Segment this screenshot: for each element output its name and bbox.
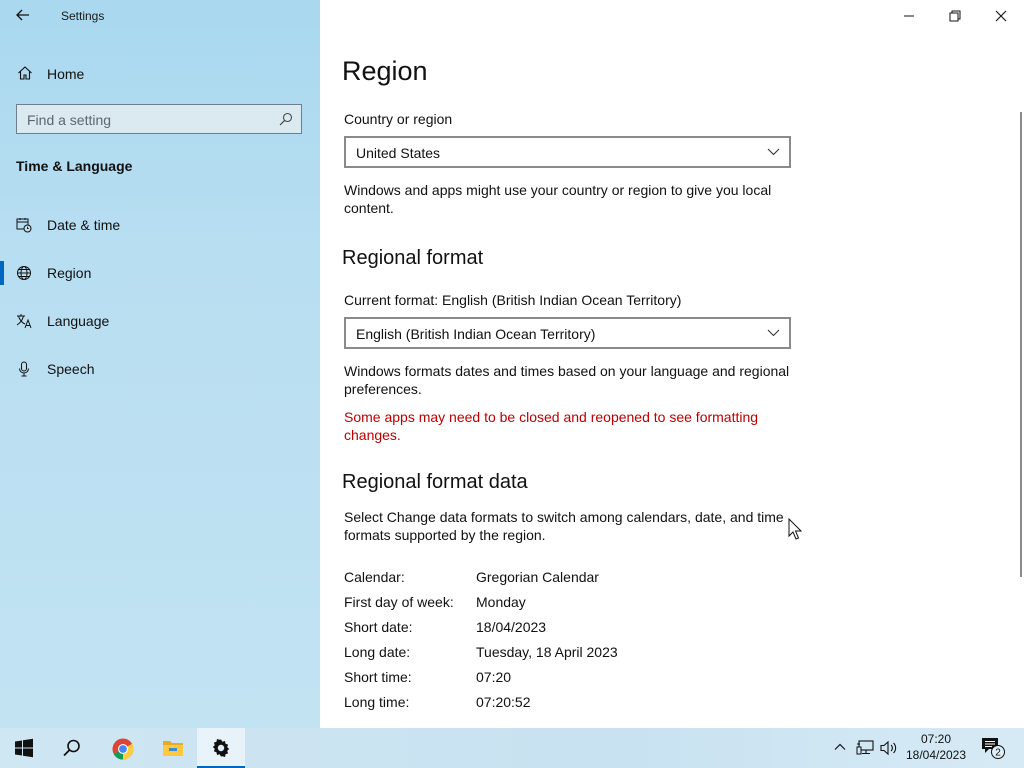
- search-placeholder: Find a setting: [27, 112, 112, 128]
- formatting-warning: Some apps may need to be closed and reop…: [344, 409, 759, 443]
- main-content: Region Country or region United States W…: [320, 0, 1024, 728]
- network-icon[interactable]: [856, 740, 874, 756]
- sidebar-item-label: Language: [47, 313, 110, 329]
- regional-format-dropdown[interactable]: English (British Indian Ocean Territory): [344, 317, 791, 349]
- taskbar-clock[interactable]: 07:20 18/04/2023: [900, 731, 972, 763]
- minimize-button[interactable]: [886, 0, 932, 32]
- close-icon: [995, 10, 1007, 22]
- file-explorer-icon: [163, 741, 183, 756]
- file-explorer-button[interactable]: [148, 728, 196, 768]
- chrome-icon: [112, 738, 134, 760]
- selection-indicator: [0, 261, 4, 285]
- regional-format-value: English (British Indian Ocean Territory): [356, 326, 596, 342]
- scrollbar[interactable]: [1020, 112, 1022, 577]
- notification-center-button[interactable]: 2: [980, 736, 1006, 765]
- section-title: Time & Language: [16, 158, 133, 174]
- mouse-cursor-icon: [788, 518, 802, 540]
- search-icon: [279, 112, 293, 126]
- back-button[interactable]: [10, 4, 38, 28]
- sidebar-item-label: Region: [47, 265, 92, 281]
- nav-home[interactable]: Home: [0, 58, 320, 90]
- search-input[interactable]: Find a setting: [16, 104, 302, 134]
- close-button[interactable]: [978, 0, 1024, 32]
- start-icon: [15, 738, 33, 758]
- chrome-button[interactable]: [98, 728, 146, 768]
- sidebar-item-label: Date & time: [47, 217, 121, 233]
- volume-icon[interactable]: [880, 740, 898, 756]
- country-description: Windows and apps might use your country …: [344, 182, 772, 216]
- minimize-icon: [904, 15, 914, 17]
- long-date-value: Tuesday, 18 April 2023: [476, 644, 618, 660]
- sidebar-item-speech[interactable]: Speech: [0, 349, 320, 389]
- format-data-description: Select Change data formats to switch amo…: [344, 509, 784, 543]
- microphone-icon: [19, 361, 29, 377]
- notification-icon: 2: [982, 738, 1005, 759]
- start-button[interactable]: [0, 728, 48, 768]
- short-date-value: 18/04/2023: [476, 619, 547, 635]
- country-dropdown[interactable]: United States: [344, 136, 791, 168]
- settings-icon: [212, 739, 230, 757]
- chevron-down-icon: [767, 329, 780, 337]
- restore-button[interactable]: [932, 0, 978, 32]
- search-icon: [63, 739, 80, 757]
- taskbar: 07:20 18/04/2023 2: [0, 728, 1024, 768]
- regional-format-description: Windows formats dates and times based on…: [344, 363, 790, 397]
- country-value: United States: [356, 145, 441, 161]
- calendar-key: Calendar:: [344, 569, 405, 585]
- language-icon: [16, 314, 32, 329]
- app-title: Settings: [61, 9, 105, 23]
- page-title: Region: [342, 56, 428, 86]
- sidebar-item-language[interactable]: Language: [0, 301, 320, 341]
- regional-format-heading: Regional format: [342, 247, 484, 269]
- short-time-key: Short time:: [344, 669, 412, 685]
- title-bar-left: Settings: [0, 0, 320, 32]
- restore-icon: [949, 10, 961, 22]
- clock-date: 18/04/2023: [905, 748, 967, 762]
- first-day-key: First day of week:: [344, 594, 454, 610]
- current-format-label: Current format: English (British Indian …: [344, 292, 682, 308]
- taskbar-search-button[interactable]: [48, 728, 96, 768]
- chevron-up-icon[interactable]: [834, 742, 846, 752]
- short-date-key: Short date:: [344, 619, 413, 635]
- sidebar-item-date-time[interactable]: Date & time: [0, 205, 320, 245]
- chevron-down-icon: [767, 148, 780, 156]
- long-date-key: Long date:: [344, 644, 411, 660]
- settings-taskbar-button[interactable]: [197, 728, 245, 768]
- sidebar-item-label: Speech: [47, 361, 95, 377]
- calendar-clock-icon: [16, 218, 32, 233]
- clock-time: 07:20: [920, 732, 952, 746]
- long-time-value: 07:20:52: [476, 694, 531, 710]
- sidebar-item-region[interactable]: Region: [0, 253, 320, 293]
- format-data-heading: Regional format data: [342, 471, 528, 493]
- country-label: Country or region: [344, 111, 453, 127]
- nav-home-label: Home: [47, 66, 85, 82]
- back-arrow-icon: [16, 9, 29, 21]
- first-day-value: Monday: [476, 594, 526, 610]
- calendar-value: Gregorian Calendar: [476, 569, 599, 585]
- short-time-value: 07:20: [476, 669, 512, 685]
- sidebar: Settings Home Find a setting Time & Lang…: [0, 0, 320, 728]
- home-icon: [18, 66, 32, 80]
- long-time-key: Long time:: [344, 694, 410, 710]
- notification-count: 2: [995, 748, 1001, 759]
- globe-icon: [17, 266, 31, 280]
